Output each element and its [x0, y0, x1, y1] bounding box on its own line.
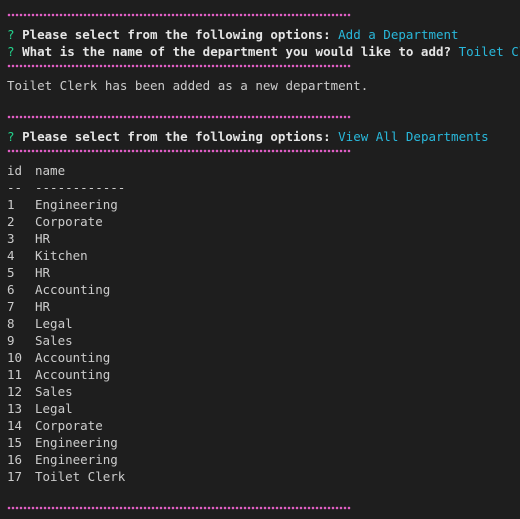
- table-row: 9 Sales: [7, 332, 520, 349]
- table-row: 10 Accounting: [7, 349, 520, 366]
- separator: [7, 145, 520, 162]
- department-name: Corporate: [35, 214, 103, 229]
- department-name: Legal: [35, 401, 73, 416]
- question-mark-icon: ?: [7, 27, 15, 42]
- department-id: 4: [7, 248, 15, 263]
- separator: [7, 111, 520, 128]
- department-name: HR: [35, 265, 51, 280]
- separator-top: [7, 9, 520, 26]
- prompt-select-option-2: ? Please select from the following optio…: [7, 128, 520, 145]
- table-row: 1 Engineering: [7, 196, 520, 213]
- department-id: 10: [7, 350, 23, 365]
- department-name: Toilet Clerk: [35, 469, 126, 484]
- prompt-select-option-1: ? Please select from the following optio…: [7, 26, 520, 43]
- department-id: 6: [7, 282, 15, 297]
- prompt-department-name: ? What is the name of the department you…: [7, 43, 520, 60]
- column-header-name: name: [35, 163, 66, 178]
- department-id: 15: [7, 435, 23, 450]
- department-table-body: 1 Engineering 2 Corporate 3 HR 4 Kitchen 5 HR 6 Acc…: [7, 196, 520, 485]
- table-row: 7 HR: [7, 298, 520, 315]
- separator-dots: [7, 115, 351, 119]
- department-id: 1: [7, 197, 15, 212]
- department-name: Accounting: [35, 282, 111, 297]
- prompt-question: Please select from the following options…: [22, 129, 331, 144]
- department-id: 11: [7, 367, 23, 382]
- question-mark-icon: ?: [7, 129, 15, 144]
- department-id: 13: [7, 401, 23, 416]
- department-name: Sales: [35, 333, 73, 348]
- separator-dots: [7, 64, 351, 68]
- table-row: 8 Legal: [7, 315, 520, 332]
- question-mark-icon: ?: [7, 44, 15, 59]
- separator-dots: [7, 13, 351, 17]
- table-row: 13 Legal: [7, 400, 520, 417]
- table-header-row: id name: [7, 162, 520, 179]
- department-id: 16: [7, 452, 23, 467]
- department-id: 7: [7, 299, 15, 314]
- department-id: 2: [7, 214, 15, 229]
- table-row: 12 Sales: [7, 383, 520, 400]
- prompt-question: Please select from the following options…: [22, 27, 331, 42]
- table-row: 17 Toilet Clerk: [7, 468, 520, 485]
- department-id: 5: [7, 265, 15, 280]
- department-name: HR: [35, 299, 51, 314]
- department-name: Engineering: [35, 197, 118, 212]
- department-name: Sales: [35, 384, 73, 399]
- prompt-answer: Toilet Clerk: [458, 44, 520, 59]
- terminal-output: ? Please select from the following optio…: [7, 9, 520, 519]
- department-name: Corporate: [35, 418, 103, 433]
- divider-name: ------------: [35, 180, 126, 195]
- column-header-id: id: [7, 163, 23, 178]
- table-row: 16 Engineering: [7, 451, 520, 468]
- department-id: 14: [7, 418, 23, 433]
- table-row: 15 Engineering: [7, 434, 520, 451]
- department-name: Engineering: [35, 452, 118, 467]
- separator-dots: [7, 149, 351, 153]
- department-id: 3: [7, 231, 15, 246]
- confirmation-message: Toilet Clerk has been added as a new dep…: [7, 78, 369, 93]
- prompt-answer: View All Departments: [338, 129, 489, 144]
- divider-id: --: [7, 180, 23, 195]
- department-name: Accounting: [35, 367, 111, 382]
- table-row: 6 Accounting: [7, 281, 520, 298]
- table-row: 3 HR: [7, 230, 520, 247]
- department-name: HR: [35, 231, 51, 246]
- separator: [7, 60, 520, 77]
- department-name: Engineering: [35, 435, 118, 450]
- separator-dots: [7, 506, 351, 510]
- table-row: 5 HR: [7, 264, 520, 281]
- table-row: 14 Corporate: [7, 417, 520, 434]
- table-divider-row: -- ------------: [7, 179, 520, 196]
- department-id: 9: [7, 333, 15, 348]
- department-id: 12: [7, 384, 23, 399]
- department-name: Accounting: [35, 350, 111, 365]
- table-row: 4 Kitchen: [7, 247, 520, 264]
- prompt-answer: Add a Department: [338, 27, 459, 42]
- department-name: Legal: [35, 316, 73, 331]
- department-name: Kitchen: [35, 248, 88, 263]
- table-row: 2 Corporate: [7, 213, 520, 230]
- table-row: 11 Accounting: [7, 366, 520, 383]
- department-id: 17: [7, 469, 23, 484]
- separator-bottom: [7, 502, 520, 519]
- prompt-question: What is the name of the department you w…: [22, 44, 452, 59]
- department-id: 8: [7, 316, 15, 331]
